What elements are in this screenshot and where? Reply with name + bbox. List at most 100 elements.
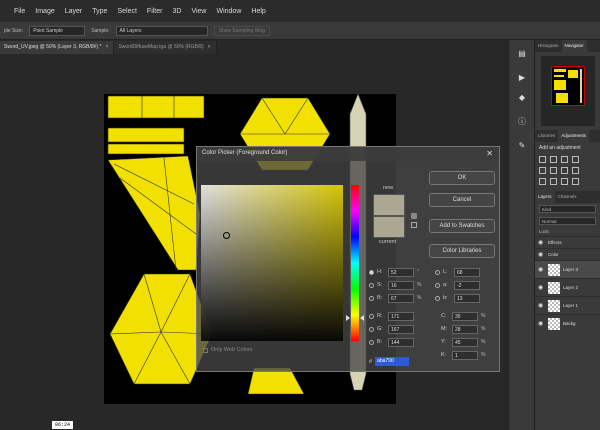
options-bar: ple Size: Point Sample Sample: All Layer… [0,22,600,40]
saturation-radio[interactable] [369,282,374,288]
only-web-colors-label: Only Web Colors [211,347,253,353]
layer-row-layer-1[interactable]: ◉ Layer 1 [535,296,600,314]
red-field[interactable]: 171 [388,311,414,321]
tab-layers[interactable]: Layers [535,191,555,203]
vibrance-icon[interactable] [539,167,546,174]
show-sampling-ring-checkbox[interactable]: Show Sampling Ring [213,25,270,36]
b-field[interactable]: 13 [454,293,480,303]
tab-adjustments[interactable]: Adjustments [558,130,590,142]
brightness-radio[interactable] [369,295,374,301]
menu-view[interactable]: View [191,8,206,15]
red-radio[interactable] [369,313,374,319]
layer-row-layer-2[interactable]: ◉ Layer 2 [535,278,600,296]
curves-icon[interactable] [561,156,568,163]
current-color-swatch[interactable] [373,216,405,238]
eye-icon[interactable]: ◉ [538,266,545,273]
hue-field[interactable]: 52 [388,267,414,277]
new-color-swatch [373,194,405,216]
menu-select[interactable]: Select [117,8,136,15]
invert-icon[interactable] [539,178,546,185]
cancel-button[interactable]: Cancel [429,193,495,207]
saturation-brightness-field[interactable] [201,185,343,341]
posterize-icon[interactable] [550,178,557,185]
tab-histogram[interactable]: Histogram [535,40,562,52]
menu-filter[interactable]: Filter [147,8,163,15]
a-radio[interactable] [435,282,440,288]
levels-icon[interactable] [550,156,557,163]
hue-slider-handle-left[interactable] [346,315,350,321]
green-field[interactable]: 167 [388,324,414,334]
menu-help[interactable]: Help [251,8,265,15]
menu-3d[interactable]: 3D [172,8,181,15]
add-to-swatches-button[interactable]: Add to Swatches [429,219,495,233]
hue-saturation-icon[interactable] [550,167,557,174]
uv-island [107,127,185,143]
sample-select[interactable]: All Layers [115,25,208,36]
black-white-icon[interactable] [572,167,579,174]
only-web-colors-checkbox[interactable]: Only Web Colors [203,347,252,353]
brush-icon[interactable]: ✎ [517,140,527,150]
yellow-field[interactable]: 45 [452,337,478,347]
eye-icon[interactable]: ◉ [538,320,545,327]
ok-button[interactable]: OK [429,171,495,185]
a-field[interactable]: -2 [454,280,480,290]
actions-icon[interactable]: ◆ [517,92,527,102]
layer-row-layer-3[interactable]: ◉ Layer 3 [535,260,600,278]
saturation-field[interactable]: 16 [388,280,414,290]
adjustment-icons-row [535,176,600,187]
hue-slider[interactable] [351,185,359,341]
checkbox-icon [203,347,208,353]
color-libraries-button[interactable]: Color Libraries [429,244,495,258]
hue-slider-handle-right[interactable] [360,315,364,321]
eye-icon[interactable]: ◉ [538,284,545,291]
out-of-gamut-icon[interactable] [411,213,417,219]
hex-label: # [369,358,373,365]
blue-field[interactable]: 144 [388,337,414,347]
hex-field[interactable]: aba790 [375,357,410,366]
layer-row-color[interactable]: ◉ Color [535,248,600,260]
info-icon[interactable]: ⓘ [517,116,527,126]
layer-row-effects[interactable]: ◉ Effects [535,236,600,248]
eye-icon[interactable]: ◉ [538,251,545,258]
gradient-map-icon[interactable] [572,178,579,185]
b-radio[interactable] [435,295,440,301]
black-field[interactable]: 1 [452,350,478,360]
eye-icon[interactable]: ◉ [538,302,545,309]
close-icon[interactable]: × [105,44,108,54]
menu-layer[interactable]: Layer [65,8,83,15]
blue-radio[interactable] [369,339,374,345]
close-icon[interactable]: × [208,44,211,54]
brightness-field[interactable]: 67 [388,293,414,303]
tab-sword-uv[interactable]: Sword_UV.jpeg @ 50% (Layer 3, RGB/8#) * … [0,41,115,54]
menu-window[interactable]: Window [216,8,241,15]
sample-size-select[interactable]: Point Sample [29,25,86,36]
hue-radio[interactable] [369,269,374,275]
magenta-field[interactable]: 28 [452,324,478,334]
layer-row-background[interactable]: ◉ Backg [535,314,600,332]
layer-name: Layer 3 [563,267,579,272]
color-cursor[interactable] [223,232,230,239]
history-icon[interactable]: ▤ [517,48,527,58]
threshold-icon[interactable] [561,178,568,185]
kind-filter-select[interactable]: Kind [539,205,596,213]
cyan-field[interactable]: 35 [452,311,478,321]
exposure-icon[interactable] [572,156,579,163]
web-safe-cube-icon[interactable] [411,222,417,228]
tab-navigator[interactable]: Navigator [561,40,587,52]
tab-libraries[interactable]: Libraries [535,130,558,142]
lightness-field[interactable]: 68 [454,267,480,277]
menu-file[interactable]: File [14,8,25,15]
green-radio[interactable] [369,326,374,332]
brightness-icon[interactable] [539,156,546,163]
play-icon[interactable]: ▶ [517,72,527,82]
tab-channels[interactable]: Channels [555,191,580,203]
navigator-preview[interactable] [541,56,595,126]
eye-icon[interactable]: ◉ [538,239,545,246]
blend-mode-select[interactable]: Normal [539,217,596,225]
menu-image[interactable]: Image [35,8,54,15]
close-icon[interactable]: ✕ [486,149,493,158]
tab-sword-diffuse[interactable]: SwordDiffuseMap.tga @ 50% (RGB/8) × [114,41,217,54]
lightness-radio[interactable] [435,269,440,275]
menu-type[interactable]: Type [92,8,107,15]
color-balance-icon[interactable] [561,167,568,174]
